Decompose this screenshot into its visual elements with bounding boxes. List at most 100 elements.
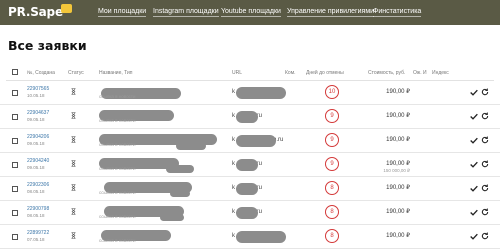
row-checkbox[interactable] — [12, 90, 18, 96]
column-index[interactable]: Индекс — [432, 70, 449, 76]
row-checkbox[interactable] — [12, 138, 18, 144]
row-checkbox[interactable] — [12, 114, 18, 120]
column-comment[interactable]: Ком. — [285, 70, 296, 76]
refresh-icon[interactable] — [481, 232, 489, 240]
row-checkbox[interactable] — [12, 162, 18, 168]
days-until-cancel-badge: 8 — [325, 181, 339, 195]
check-icon[interactable] — [470, 137, 478, 144]
table-row[interactable]: 22904637 09.05.18 ссылка в новости k .ru 9 190… — [0, 105, 500, 129]
request-type: ссылка в новости — [99, 166, 136, 171]
hourglass-icon — [71, 208, 76, 215]
request-id-link[interactable]: 22904240 — [27, 158, 49, 164]
request-type: ссылка в новости — [99, 190, 136, 195]
check-icon[interactable] — [470, 209, 478, 216]
row-checkbox[interactable] — [12, 186, 18, 192]
column-days[interactable]: Дней до отмены — [306, 70, 344, 76]
request-type: ссылка в новости — [99, 214, 136, 219]
table-row[interactable]: 22899722 07.05.18 ссылка в новости k 8 190,00… — [0, 225, 500, 249]
table-row[interactable]: 22902306 08.05.18 ссылка в новости k .ru 8 190… — [0, 177, 500, 201]
refresh-icon[interactable] — [481, 160, 489, 168]
table-row[interactable]: 22904240 09.05.18 ссылка в новости k .ru 9 190… — [0, 153, 500, 177]
column-url[interactable]: URL — [232, 70, 242, 76]
table-row[interactable]: 22904206 09.05.18 ссылка в новости k e.ru 9 19… — [0, 129, 500, 153]
url-prefix: k — [232, 233, 235, 239]
hourglass-icon — [71, 88, 76, 95]
nav-finstats[interactable]: Финстатистика — [373, 8, 422, 17]
table-row[interactable]: 22907565 10.05.18 ссылка в новости k 10 190,0… — [0, 81, 500, 105]
redacted-name — [160, 214, 184, 221]
request-price: 190,00 ₽ — [386, 185, 410, 191]
request-id-link[interactable]: 22904206 — [27, 134, 49, 140]
redacted-url — [236, 159, 258, 171]
request-price: 190,00 ₽ — [386, 209, 410, 215]
days-until-cancel-badge: 8 — [325, 205, 339, 219]
refresh-icon[interactable] — [481, 208, 489, 216]
hourglass-icon — [71, 160, 76, 167]
request-price: 190,00 ₽ — [386, 137, 410, 143]
nav-my-sites[interactable]: Мои площадки — [98, 8, 147, 17]
redacted-name — [176, 142, 206, 150]
top-navigation-bar: PR.Sape Мои площадки Instagram площадки … — [0, 0, 500, 25]
check-icon[interactable] — [470, 185, 478, 192]
check-icon[interactable] — [470, 161, 478, 168]
redacted-url — [236, 135, 276, 147]
column-price[interactable]: Стоимость, руб. — [368, 70, 405, 76]
check-icon[interactable] — [470, 233, 478, 240]
select-all-checkbox[interactable] — [12, 69, 18, 75]
row-checkbox[interactable] — [12, 234, 18, 240]
request-type: ссылка в новости — [99, 118, 136, 123]
request-id-link[interactable]: 22904637 — [27, 110, 49, 116]
logo[interactable]: PR.Sape — [8, 5, 63, 19]
hourglass-icon — [71, 136, 76, 143]
request-type: ссылка в новости — [99, 238, 136, 243]
request-date: 08.05.18 — [27, 189, 45, 194]
redacted-name — [170, 190, 190, 197]
nav-youtube-sites[interactable]: Youtube площадки — [221, 8, 281, 17]
hourglass-icon — [71, 232, 76, 239]
url-prefix: k — [232, 161, 235, 167]
redacted-url — [236, 207, 258, 219]
nav-privileges[interactable]: Управление привилегиями — [287, 8, 375, 17]
check-icon[interactable] — [470, 113, 478, 120]
table-row[interactable]: 22900798 08.05.18 ссылка в новости k .ru 8 190… — [0, 201, 500, 225]
request-id-link[interactable]: 22900798 — [27, 206, 49, 212]
request-price: 190,00 ₽ — [386, 113, 410, 119]
days-until-cancel-badge: 10 — [325, 85, 339, 99]
url-prefix: k — [232, 113, 235, 119]
request-id-link[interactable]: 22907565 — [27, 86, 49, 92]
column-status[interactable]: Статус — [68, 70, 84, 76]
request-id-link[interactable]: 22899722 — [27, 230, 49, 236]
column-id-created[interactable]: №, Создана — [27, 70, 55, 76]
row-checkbox[interactable] — [12, 210, 18, 216]
days-until-cancel-badge: 8 — [325, 229, 339, 243]
refresh-icon[interactable] — [481, 184, 489, 192]
url-prefix: k — [232, 209, 235, 215]
redacted-url — [236, 87, 286, 99]
request-date: 09.05.18 — [27, 165, 45, 170]
request-date: 10.05.18 — [27, 93, 45, 98]
request-price: 190,00 ₽ — [386, 233, 410, 239]
price-note: 150 000,00 ₽ — [383, 168, 410, 173]
request-date: 08.05.18 — [27, 213, 45, 218]
column-expected[interactable]: Ож. И — [413, 70, 427, 76]
request-id-link[interactable]: 22902306 — [27, 182, 49, 188]
days-until-cancel-badge: 9 — [325, 133, 339, 147]
request-date: 07.05.18 — [27, 237, 45, 242]
page-title: Все заявки — [8, 38, 87, 53]
redacted-name — [166, 165, 194, 173]
refresh-icon[interactable] — [481, 112, 489, 120]
request-type: ссылка в новости — [99, 142, 136, 147]
redacted-url — [236, 111, 258, 123]
check-icon[interactable] — [470, 89, 478, 96]
nav-instagram-sites[interactable]: Instagram площадки — [153, 8, 219, 17]
request-price: 190,00 ₽ — [386, 89, 410, 95]
days-until-cancel-badge: 9 — [325, 157, 339, 171]
column-name-type[interactable]: Название, Тип — [99, 70, 132, 76]
request-date: 09.05.18 — [27, 117, 45, 122]
request-type: ссылка в новости — [99, 94, 136, 99]
hourglass-icon — [71, 184, 76, 191]
redacted-url — [236, 183, 258, 195]
refresh-icon[interactable] — [481, 136, 489, 144]
hourglass-icon — [71, 112, 76, 119]
refresh-icon[interactable] — [481, 88, 489, 96]
